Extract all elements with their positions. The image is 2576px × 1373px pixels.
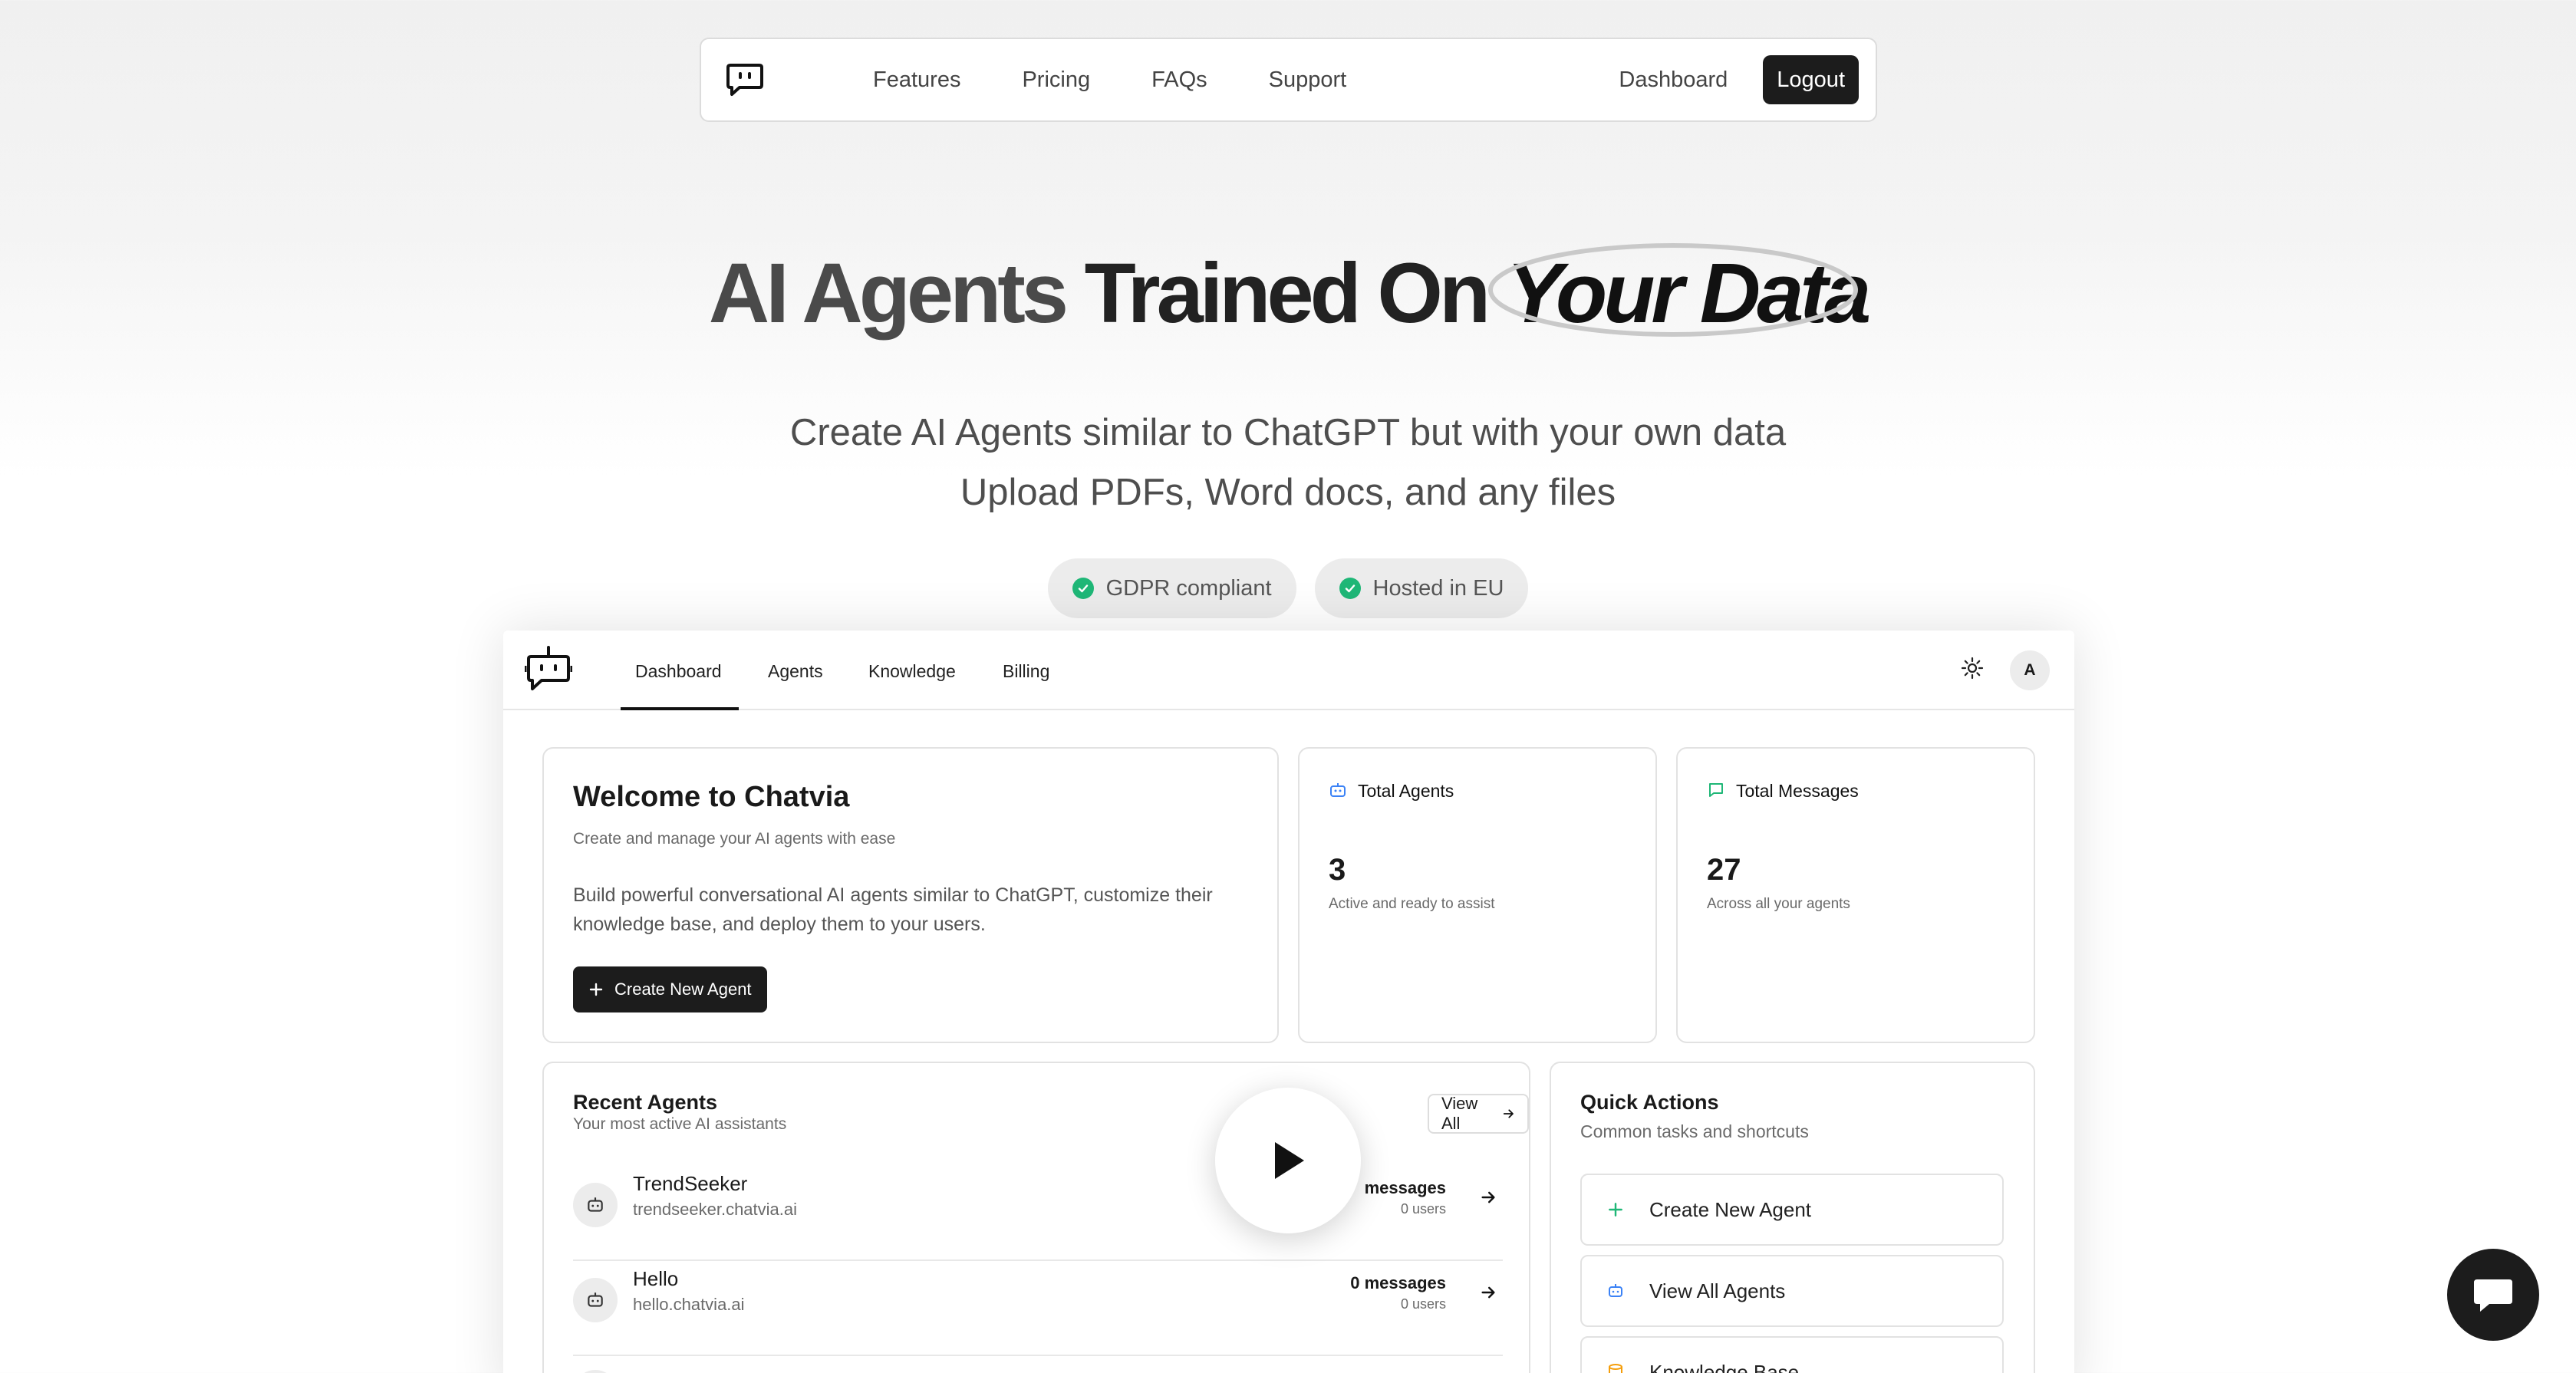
play-video-button[interactable] [1215,1088,1361,1233]
total-agents-label: Total Agents [1358,781,1454,801]
robot-logo-icon[interactable] [524,644,573,699]
agent-messages: 0 messages [1350,1273,1446,1292]
tab-dashboard[interactable]: Dashboard [635,661,722,682]
nav-faqs-link[interactable]: FAQs [1151,67,1207,93]
active-tab-indicator [621,707,739,710]
quick-view-agents-label: View All Agents [1649,1279,1786,1302]
message-icon [1707,781,1725,803]
check-circle-icon [1339,578,1361,599]
hero-title-part2: Trained On [1084,246,1491,341]
hero-subtitle-line2: Upload PDFs, Word docs, and any files [960,472,1616,513]
agent-domain: hello.chatvia.ai [633,1295,745,1314]
quick-create-agent-button[interactable]: Create New Agent [1580,1174,2004,1246]
quick-actions-card: Quick Actions Common tasks and shortcuts… [1550,1062,2035,1373]
dashboard-preview: Dashboard Agents Knowledge Billing A Wel… [503,631,2074,1373]
view-all-button[interactable]: View All [1428,1094,1529,1134]
quick-create-agent-label: Create New Agent [1649,1197,1812,1221]
total-messages-label: Total Messages [1736,781,1859,801]
agent-users: 0 users [1400,1201,1446,1217]
recent-agents-card: Recent Agents Your most active AI assist… [542,1062,1530,1373]
theme-toggle-sun-icon[interactable] [1961,657,1984,683]
welcome-card: Welcome to Chatvia Create and manage you… [542,747,1279,1043]
arrow-right-icon[interactable] [1480,1284,1497,1301]
hero-title-part1: AI Agents [708,246,1069,341]
agent-messages: messages [1364,1178,1446,1197]
nav-support-link[interactable]: Support [1269,67,1347,93]
nav-pricing-link[interactable]: Pricing [1022,67,1090,93]
plus-icon [1605,1201,1626,1218]
agent-row[interactable]: Hello hello.chatvia.ai 0 messages 0 user… [573,1264,1503,1356]
plus-icon [589,983,603,996]
tab-billing[interactable]: Billing [1003,661,1049,682]
create-new-agent-button[interactable]: Create New Agent [573,966,767,1012]
top-navbar: Features Pricing FAQs Support Dashboard … [700,38,1877,122]
quick-view-agents-button[interactable]: View All Agents [1580,1255,2004,1327]
welcome-title: Welcome to Chatvia [573,781,850,813]
welcome-body: Build powerful conversational AI agents … [573,884,1213,935]
chat-widget-button[interactable] [2447,1249,2539,1341]
compliance-badges: GDPR compliant Hosted in EU [0,558,2576,618]
total-agents-card: Total Agents 3 Active and ready to assis… [1298,747,1657,1043]
quick-actions-subtitle: Common tasks and shortcuts [1580,1121,1809,1141]
view-all-label: View All [1441,1094,1478,1133]
eu-hosted-badge-label: Hosted in EU [1372,575,1504,601]
bot-icon [573,1278,618,1322]
bot-icon [1329,781,1347,803]
agent-name: TrendSeeker [633,1172,748,1195]
gdpr-badge-label: GDPR compliant [1105,575,1272,601]
tab-agents[interactable]: Agents [768,661,823,682]
quick-actions-title: Quick Actions [1580,1091,1719,1114]
agent-row[interactable]: TrendSeeker trendseeker.chatvia.ai messa… [573,1169,1503,1261]
bot-icon [1605,1282,1626,1300]
agent-domain: trendseeker.chatvia.ai [633,1200,798,1219]
user-avatar[interactable]: A [2010,650,2050,690]
agent-users: 0 users [1400,1296,1446,1312]
highlight-ellipse-icon [1487,243,1858,337]
nav-features-link[interactable]: Features [873,67,960,93]
hero-title-highlight: Your Data [1487,243,1871,344]
arrow-right-icon [1504,1109,1514,1118]
bot-icon [573,1370,618,1373]
chatvia-logo-icon[interactable] [724,59,766,100]
logout-button[interactable]: Logout [1763,55,1859,104]
welcome-subtitle: Create and manage your AI agents with ea… [573,830,896,848]
quick-knowledge-base-button[interactable]: Knowledge Base [1580,1336,2004,1373]
arrow-right-icon[interactable] [1480,1189,1497,1206]
play-icon [1275,1142,1304,1179]
bot-icon [573,1183,618,1227]
tab-knowledge[interactable]: Knowledge [868,661,956,682]
database-icon [1605,1363,1626,1373]
total-agents-value: 3 [1329,853,1346,887]
hero-title: AI Agents Trained On Your Data [0,243,2576,344]
recent-agents-title: Recent Agents [573,1091,718,1114]
hero-subtitle-line1: Create AI Agents similar to ChatGPT but … [789,412,1787,453]
create-new-agent-label: Create New Agent [614,980,752,999]
agent-name: Hello [633,1267,679,1290]
total-agents-caption: Active and ready to assist [1329,896,1495,912]
check-circle-icon [1072,578,1094,599]
total-messages-card: Total Messages 27 Across all your agents [1676,747,2035,1043]
recent-agents-subtitle: Your most active AI assistants [573,1115,787,1133]
app-navbar: Dashboard Agents Knowledge Billing A [503,631,2074,710]
quick-knowledge-base-label: Knowledge Base [1649,1360,1800,1373]
chat-bubble-icon [2474,1279,2512,1312]
total-messages-caption: Across all your agents [1707,896,1850,912]
gdpr-badge: GDPR compliant [1047,558,1296,618]
eu-hosted-badge: Hosted in EU [1314,558,1529,618]
total-messages-value: 27 [1707,853,1741,887]
nav-dashboard-link[interactable]: Dashboard [1619,67,1728,93]
